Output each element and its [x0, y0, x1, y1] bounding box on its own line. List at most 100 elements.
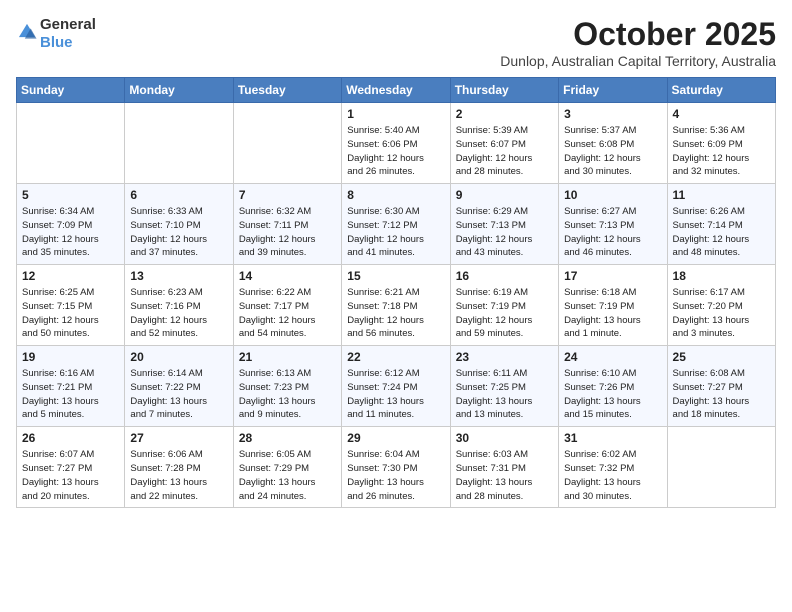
calendar-cell: 23 Sunrise: 6:11 AM Sunset: 7:25 PM Dayli…: [450, 346, 558, 427]
day-number: 3: [564, 107, 661, 121]
calendar-cell: [17, 103, 125, 184]
calendar-cell: 5Sunrise: 6:34 AM Sunset: 7:09 PM Daylig…: [17, 184, 125, 265]
day-number: 11: [673, 188, 770, 202]
day-number: 20: [130, 350, 227, 364]
day-number: 16: [456, 269, 553, 283]
day-info: Sunrise: 6:14 AM Sunset: 7:22 PM Dayligh…: [130, 367, 227, 422]
calendar-cell: 13 Sunrise: 6:23 AM Sunset: 7:16 PM Dayli…: [125, 265, 233, 346]
day-number: 21: [239, 350, 336, 364]
location-subtitle: Dunlop, Australian Capital Territory, Au…: [500, 53, 776, 69]
day-number: 26: [22, 431, 119, 445]
day-info: Sunrise: 6:29 AM Sunset: 7:13 PM Dayligh…: [456, 205, 553, 260]
calendar-cell: 29 Sunrise: 6:04 AM Sunset: 7:30 PM Dayli…: [342, 427, 450, 508]
calendar-cell: 16 Sunrise: 6:19 AM Sunset: 7:19 PM Dayli…: [450, 265, 558, 346]
day-info: Sunrise: 6:32 AM Sunset: 7:11 PM Dayligh…: [239, 205, 336, 260]
day-number: 15: [347, 269, 444, 283]
calendar-table: SundayMondayTuesdayWednesdayThursdayFrid…: [16, 77, 776, 508]
calendar-cell: 17 Sunrise: 6:18 AM Sunset: 7:19 PM Dayli…: [559, 265, 667, 346]
day-number: 22: [347, 350, 444, 364]
day-info: Sunrise: 6:19 AM Sunset: 7:19 PM Dayligh…: [456, 286, 553, 341]
day-number: 24: [564, 350, 661, 364]
calendar-cell: 24 Sunrise: 6:10 AM Sunset: 7:26 PM Dayli…: [559, 346, 667, 427]
calendar-cell: 2 Sunrise: 5:39 AM Sunset: 6:07 PM Daylig…: [450, 103, 558, 184]
day-number: 18: [673, 269, 770, 283]
day-info: Sunrise: 6:05 AM Sunset: 7:29 PM Dayligh…: [239, 448, 336, 503]
calendar-cell: 1 Sunrise: 5:40 AM Sunset: 6:06 PM Daylig…: [342, 103, 450, 184]
calendar-cell: 26 Sunrise: 6:07 AM Sunset: 7:27 PM Dayli…: [17, 427, 125, 508]
day-info: Sunrise: 6:03 AM Sunset: 7:31 PM Dayligh…: [456, 448, 553, 503]
day-number: 5: [22, 188, 119, 202]
day-number: 7: [239, 188, 336, 202]
calendar-cell: 10Sunrise: 6:27 AM Sunset: 7:13 PM Dayli…: [559, 184, 667, 265]
month-title: October 2025: [500, 16, 776, 53]
logo: General Blue: [16, 16, 96, 52]
day-info: Sunrise: 6:08 AM Sunset: 7:27 PM Dayligh…: [673, 367, 770, 422]
day-info: Sunrise: 6:25 AM Sunset: 7:15 PM Dayligh…: [22, 286, 119, 341]
header-saturday: Saturday: [667, 78, 775, 103]
day-number: 23: [456, 350, 553, 364]
day-info: Sunrise: 6:18 AM Sunset: 7:19 PM Dayligh…: [564, 286, 661, 341]
calendar-cell: [125, 103, 233, 184]
calendar-header-row: SundayMondayTuesdayWednesdayThursdayFrid…: [17, 78, 776, 103]
day-info: Sunrise: 6:13 AM Sunset: 7:23 PM Dayligh…: [239, 367, 336, 422]
day-info: Sunrise: 6:17 AM Sunset: 7:20 PM Dayligh…: [673, 286, 770, 341]
calendar-cell: 22 Sunrise: 6:12 AM Sunset: 7:24 PM Dayli…: [342, 346, 450, 427]
day-number: 2: [456, 107, 553, 121]
day-number: 29: [347, 431, 444, 445]
calendar-cell: 15Sunrise: 6:21 AM Sunset: 7:18 PM Dayli…: [342, 265, 450, 346]
day-number: 14: [239, 269, 336, 283]
calendar-week-5: 26 Sunrise: 6:07 AM Sunset: 7:27 PM Dayli…: [17, 427, 776, 508]
day-number: 13: [130, 269, 227, 283]
day-info: Sunrise: 5:37 AM Sunset: 6:08 PM Dayligh…: [564, 124, 661, 179]
calendar-cell: 20 Sunrise: 6:14 AM Sunset: 7:22 PM Dayli…: [125, 346, 233, 427]
calendar-week-1: 1 Sunrise: 5:40 AM Sunset: 6:06 PM Daylig…: [17, 103, 776, 184]
day-number: 28: [239, 431, 336, 445]
day-info: Sunrise: 6:23 AM Sunset: 7:16 PM Dayligh…: [130, 286, 227, 341]
calendar-cell: 6 Sunrise: 6:33 AM Sunset: 7:10 PM Daylig…: [125, 184, 233, 265]
logo-text-general: General: [40, 16, 96, 33]
logo-icon: [16, 21, 38, 43]
calendar-cell: 28 Sunrise: 6:05 AM Sunset: 7:29 PM Dayli…: [233, 427, 341, 508]
header-sunday: Sunday: [17, 78, 125, 103]
calendar-cell: 8Sunrise: 6:30 AM Sunset: 7:12 PM Daylig…: [342, 184, 450, 265]
day-info: Sunrise: 5:36 AM Sunset: 6:09 PM Dayligh…: [673, 124, 770, 179]
calendar-cell: 3 Sunrise: 5:37 AM Sunset: 6:08 PM Daylig…: [559, 103, 667, 184]
day-info: Sunrise: 6:11 AM Sunset: 7:25 PM Dayligh…: [456, 367, 553, 422]
day-info: Sunrise: 6:04 AM Sunset: 7:30 PM Dayligh…: [347, 448, 444, 503]
header-thursday: Thursday: [450, 78, 558, 103]
day-info: Sunrise: 6:33 AM Sunset: 7:10 PM Dayligh…: [130, 205, 227, 260]
calendar-cell: 21 Sunrise: 6:13 AM Sunset: 7:23 PM Dayli…: [233, 346, 341, 427]
calendar-cell: 31 Sunrise: 6:02 AM Sunset: 7:32 PM Dayli…: [559, 427, 667, 508]
day-number: 19: [22, 350, 119, 364]
calendar-cell: [233, 103, 341, 184]
day-info: Sunrise: 6:12 AM Sunset: 7:24 PM Dayligh…: [347, 367, 444, 422]
day-info: Sunrise: 6:07 AM Sunset: 7:27 PM Dayligh…: [22, 448, 119, 503]
logo-text-blue: Blue: [40, 34, 73, 51]
day-number: 6: [130, 188, 227, 202]
day-number: 12: [22, 269, 119, 283]
day-info: Sunrise: 6:02 AM Sunset: 7:32 PM Dayligh…: [564, 448, 661, 503]
day-info: Sunrise: 6:30 AM Sunset: 7:12 PM Dayligh…: [347, 205, 444, 260]
day-number: 31: [564, 431, 661, 445]
day-number: 1: [347, 107, 444, 121]
calendar-cell: 30 Sunrise: 6:03 AM Sunset: 7:31 PM Dayli…: [450, 427, 558, 508]
day-info: Sunrise: 5:39 AM Sunset: 6:07 PM Dayligh…: [456, 124, 553, 179]
calendar-cell: 4 Sunrise: 5:36 AM Sunset: 6:09 PM Daylig…: [667, 103, 775, 184]
day-number: 27: [130, 431, 227, 445]
day-info: Sunrise: 6:26 AM Sunset: 7:14 PM Dayligh…: [673, 205, 770, 260]
calendar-week-4: 19 Sunrise: 6:16 AM Sunset: 7:21 PM Dayli…: [17, 346, 776, 427]
calendar-cell: 27Sunrise: 6:06 AM Sunset: 7:28 PM Dayli…: [125, 427, 233, 508]
day-number: 4: [673, 107, 770, 121]
calendar-week-3: 12 Sunrise: 6:25 AM Sunset: 7:15 PM Dayli…: [17, 265, 776, 346]
day-number: 30: [456, 431, 553, 445]
day-info: Sunrise: 6:27 AM Sunset: 7:13 PM Dayligh…: [564, 205, 661, 260]
day-info: Sunrise: 5:40 AM Sunset: 6:06 PM Dayligh…: [347, 124, 444, 179]
day-number: 17: [564, 269, 661, 283]
header-tuesday: Tuesday: [233, 78, 341, 103]
calendar-cell: 7 Sunrise: 6:32 AM Sunset: 7:11 PM Daylig…: [233, 184, 341, 265]
day-number: 25: [673, 350, 770, 364]
calendar-week-2: 5Sunrise: 6:34 AM Sunset: 7:09 PM Daylig…: [17, 184, 776, 265]
day-info: Sunrise: 6:10 AM Sunset: 7:26 PM Dayligh…: [564, 367, 661, 422]
calendar-cell: 14Sunrise: 6:22 AM Sunset: 7:17 PM Dayli…: [233, 265, 341, 346]
day-info: Sunrise: 6:16 AM Sunset: 7:21 PM Dayligh…: [22, 367, 119, 422]
